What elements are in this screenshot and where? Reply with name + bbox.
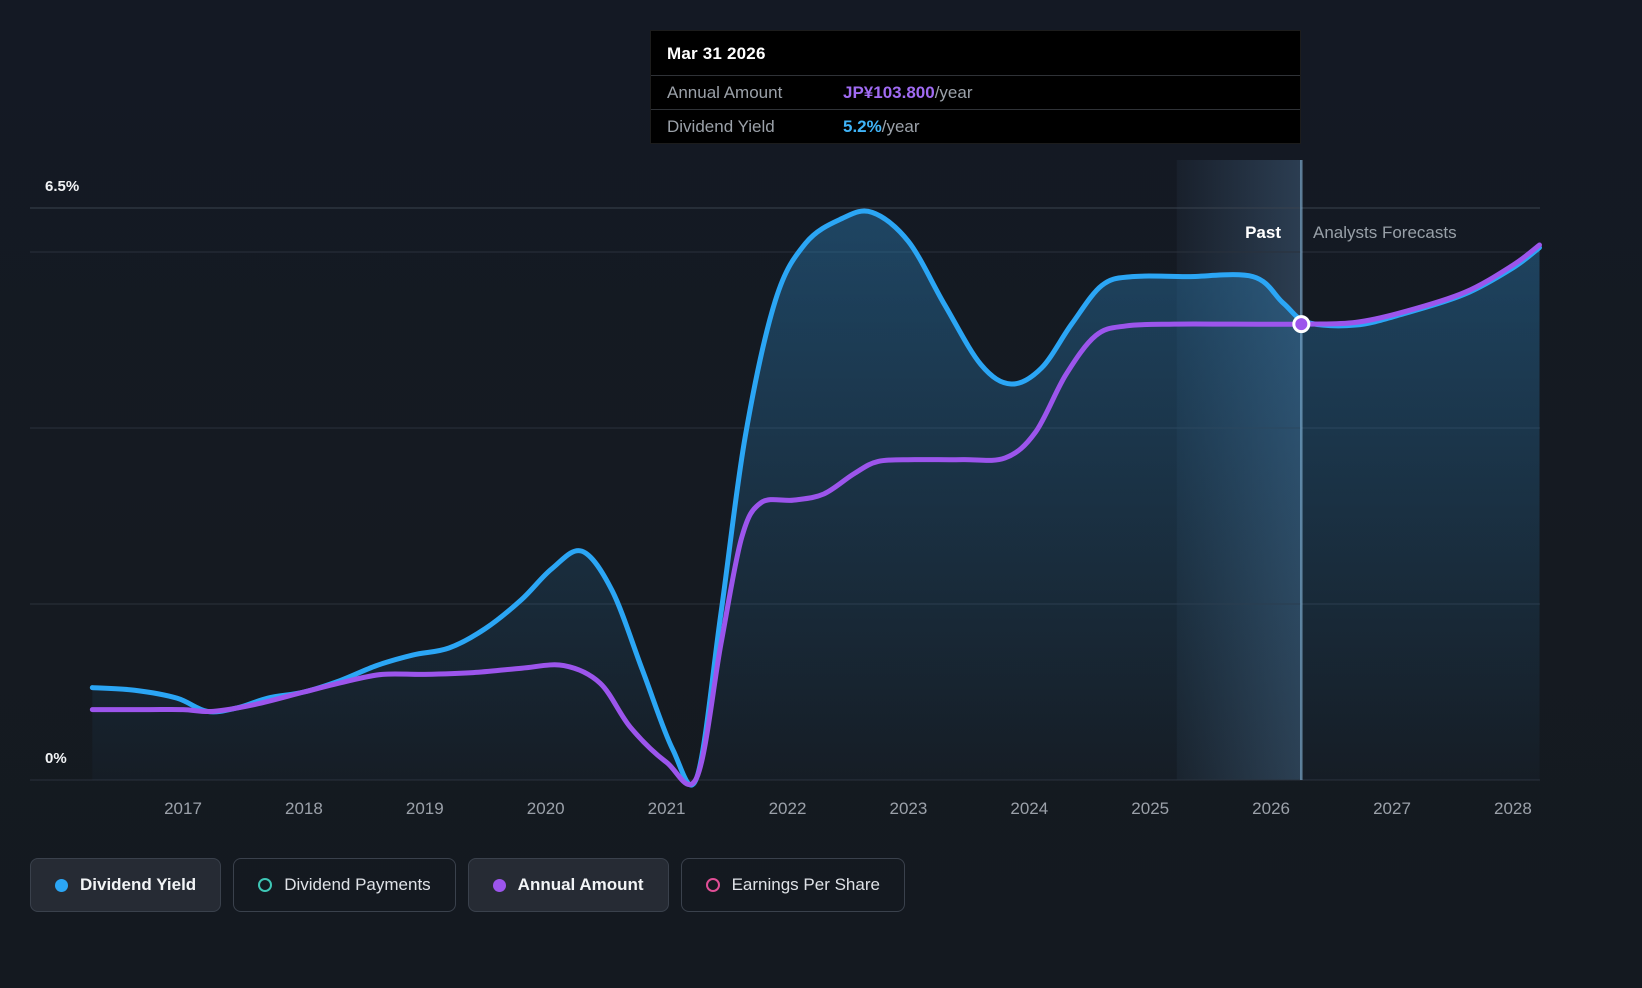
- x-tick-label: 2019: [406, 799, 444, 818]
- tooltip-label: Dividend Yield: [667, 116, 775, 136]
- y-axis-max-label: 6.5%: [45, 178, 79, 195]
- dividend-payments-icon: [258, 878, 273, 892]
- legend-label: Dividend Payments: [284, 875, 431, 894]
- x-tick-label: 2025: [1131, 799, 1169, 818]
- y-axis-zero-label: 0%: [45, 750, 67, 767]
- dividend-yield-icon: [55, 878, 68, 892]
- x-tick-label: 2021: [648, 799, 686, 818]
- past-period-label: Past: [1245, 223, 1281, 242]
- dividend-chart-panel: 2017 2018 2019 2020 2021 2022 2023 2024 2025 2026…: [0, 0, 1642, 988]
- x-tick-label: 2027: [1373, 799, 1411, 818]
- analysts-forecasts-label: Analysts Forecasts: [1313, 223, 1457, 242]
- tooltip-suffix: /year: [881, 116, 920, 136]
- tooltip-row-dividend-yield: Dividend Yield 5.2% /year: [651, 109, 1300, 143]
- tooltip-value: JP¥103.800: [843, 82, 935, 102]
- x-tick-label: 2024: [1010, 799, 1048, 818]
- x-tick-label: 2017: [164, 799, 202, 818]
- tooltip-label: Annual Amount: [667, 82, 783, 102]
- selected-point-marker[interactable]: [1292, 315, 1311, 334]
- earnings-per-share-icon: [705, 878, 720, 892]
- tooltip-suffix: /year: [934, 82, 973, 102]
- legend-annual-amount[interactable]: Annual Amount: [467, 858, 669, 912]
- x-tick-label: 2020: [527, 799, 565, 818]
- x-tick-label: 2023: [889, 799, 927, 818]
- legend-label: Dividend Yield: [80, 875, 197, 894]
- tooltip-date: Mar 31 2026: [651, 31, 1300, 76]
- legend-dividend-payments[interactable]: Dividend Payments: [233, 858, 456, 912]
- chart-tooltip: Mar 31 2026 Annual Amount JP¥103.800 /ye…: [650, 30, 1301, 144]
- chart-legend: Dividend Yield Dividend Payments Annual Am…: [30, 858, 905, 912]
- x-tick-label: 2022: [769, 799, 807, 818]
- x-tick-label: 2026: [1252, 799, 1290, 818]
- legend-label: Earnings Per Share: [731, 875, 880, 894]
- legend-earnings-per-share[interactable]: Earnings Per Share: [680, 858, 905, 912]
- x-tick-label: 2018: [285, 799, 323, 818]
- legend-dividend-yield[interactable]: Dividend Yield: [30, 858, 222, 912]
- annual-amount-icon: [492, 878, 506, 892]
- chart-canvas[interactable]: 2017 2018 2019 2020 2021 2022 2023 2024 2025 2026…: [0, 0, 1642, 988]
- x-tick-label: 2028: [1494, 799, 1532, 818]
- legend-label: Annual Amount: [517, 875, 644, 894]
- tooltip-row-annual-amount: Annual Amount JP¥103.800 /year: [651, 76, 1300, 109]
- tooltip-value: 5.2%: [843, 116, 882, 136]
